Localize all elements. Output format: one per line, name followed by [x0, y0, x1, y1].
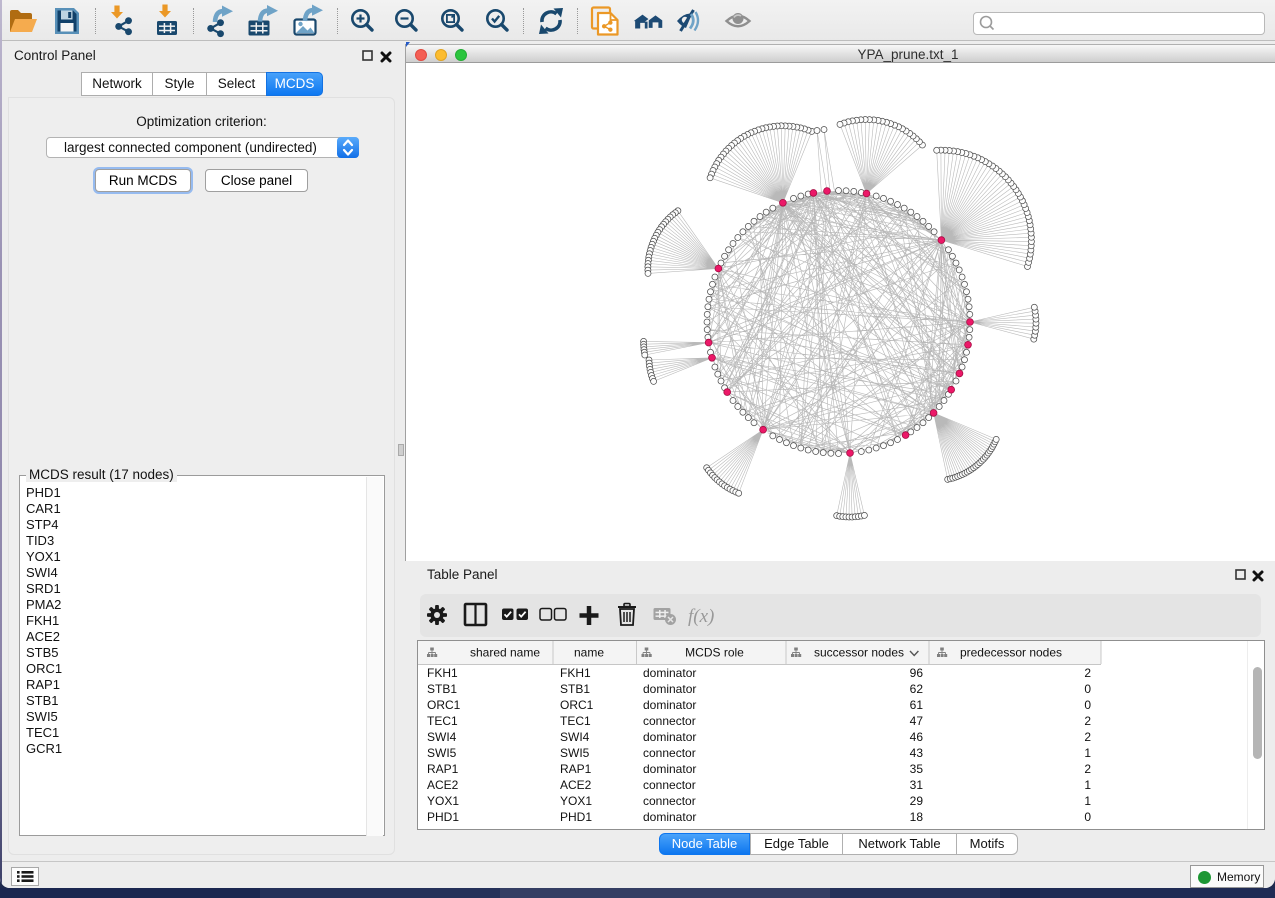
svg-text:f(x): f(x) [688, 606, 714, 627]
svg-text:MCDS role: MCDS role [685, 646, 744, 660]
svg-text:predecessor nodes: predecessor nodes [960, 646, 1062, 660]
svg-text:shared name: shared name [470, 646, 540, 660]
svg-text:successor nodes: successor nodes [814, 646, 904, 660]
svg-text:name: name [574, 646, 604, 660]
